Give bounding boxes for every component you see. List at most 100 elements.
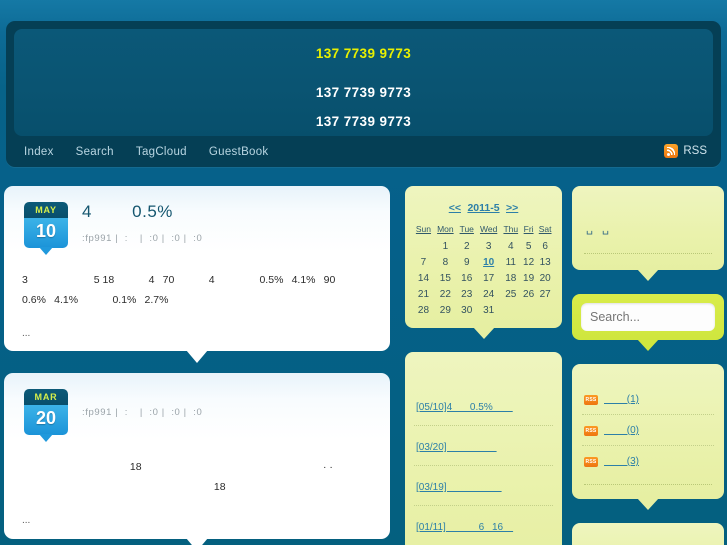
recent-post-link[interactable]: [01/11] 6 16 xyxy=(416,522,513,533)
header-rss-link[interactable]: RSS xyxy=(664,144,707,158)
extra-widget xyxy=(572,523,724,545)
calendar-day[interactable]: 19 xyxy=(521,270,536,286)
calendar-weekday: Wed xyxy=(479,224,498,234)
calendar-widget: << 2011-5 >> Sun Mon Tue Wed Thu Fri Sat… xyxy=(405,186,562,339)
post-readmore[interactable]: ... xyxy=(22,328,378,339)
post-date-month: MAR xyxy=(24,389,68,405)
rss-icon: RSS xyxy=(584,456,598,467)
post-date-badge: MAY 10 xyxy=(24,202,68,255)
calendar-weekday: Tue xyxy=(459,224,474,234)
calendar-next-month[interactable]: >> xyxy=(506,202,518,214)
calendar-day[interactable]: 26 xyxy=(521,286,536,302)
header-rss-label: RSS xyxy=(683,145,707,157)
calendar-day-empty xyxy=(501,302,521,318)
post-title[interactable]: 4 0.5% xyxy=(82,202,202,222)
calendar-day[interactable]: 5 xyxy=(521,238,536,254)
divider xyxy=(584,484,712,485)
calendar-body: 1 2 3 4 5 6 7 8 9 10 11 12 13 14 15 16 17 18 19 20 21 22 23 24 2… xyxy=(413,238,554,318)
recent-post-row: [03/19] xyxy=(414,465,553,505)
post-item: MAY 10 4 0.5% :fp991 | : | :0 | :0 | :0 … xyxy=(4,186,390,363)
calendar-week-row: 7 8 9 10 11 12 13 xyxy=(413,254,554,270)
calendar-weekday: Thu xyxy=(503,224,519,234)
calendar-day[interactable]: 13 xyxy=(536,254,554,270)
rss-icon: RSS xyxy=(584,394,598,405)
nav-item-search[interactable]: Search xyxy=(72,144,118,160)
sidebar-middle: << 2011-5 >> Sun Mon Tue Wed Thu Fri Sat… xyxy=(405,186,562,545)
calendar-day[interactable]: 18 xyxy=(501,270,521,286)
calendar-day[interactable]: 20 xyxy=(536,270,554,286)
post-item: MAR 20 :fp991 | : | :0 | :0 | :0 18 · · … xyxy=(4,373,390,545)
calendar-day[interactable]: 7 xyxy=(413,254,434,270)
calendar-weekday: Fri xyxy=(523,224,534,234)
calendar-day[interactable]: 2 xyxy=(457,238,477,254)
calendar-day[interactable]: 31 xyxy=(477,302,501,318)
nav-item-tagcloud[interactable]: TagCloud xyxy=(132,144,191,160)
recent-post-row: [05/10]4 0.5% xyxy=(414,386,553,425)
feed-link[interactable]: (0) xyxy=(604,425,639,436)
rss-icon: RSS xyxy=(584,425,598,436)
calendar-day[interactable]: 3 xyxy=(477,238,501,254)
calendar-day[interactable]: 30 xyxy=(457,302,477,318)
calendar-title[interactable]: 2011-5 xyxy=(467,202,499,214)
recent-post-link[interactable]: [03/19] xyxy=(416,482,502,493)
calendar-week-row: 123456 xyxy=(413,238,554,254)
post-header-text: :fp991 | : | :0 | :0 | :0 xyxy=(82,387,202,418)
calendar-day[interactable]: 4 xyxy=(501,238,521,254)
calendar-day[interactable]: 14 xyxy=(413,270,434,286)
post-date-day: 10 xyxy=(24,218,68,248)
recent-post-row: [01/11] 6 16 xyxy=(414,505,553,545)
recent-post-link[interactable]: [03/20] xyxy=(416,442,497,453)
site-header: 137 7739 9773 137 7739 9773 137 7739 977… xyxy=(6,21,721,167)
feed-link[interactable]: (1) xyxy=(604,394,639,405)
main-navigation: Index Search TagCloud GuestBook RSS xyxy=(6,136,721,167)
calendar-day[interactable]: 16 xyxy=(457,270,477,286)
calendar-day[interactable]: 10 xyxy=(477,254,501,270)
calendar-day[interactable]: 25 xyxy=(501,286,521,302)
post-meta: :fp991 | : | :0 | :0 | :0 xyxy=(82,407,203,418)
feed-link[interactable]: (3) xyxy=(604,456,639,467)
calendar-day[interactable]: 22 xyxy=(434,286,457,302)
calendar-day[interactable]: 24 xyxy=(477,286,501,302)
calendar-day[interactable]: 15 xyxy=(434,270,457,286)
post-header: MAY 10 4 0.5% :fp991 | : | :0 | :0 | :0 xyxy=(16,200,378,255)
calendar-day[interactable]: 23 xyxy=(457,286,477,302)
calendar-day[interactable]: 6 xyxy=(536,238,554,254)
calendar-day[interactable]: 11 xyxy=(501,254,521,270)
calendar-week-row: 21 22 23 24 25 26 27 xyxy=(413,286,554,302)
post-list: MAY 10 4 0.5% :fp991 | : | :0 | :0 | :0 … xyxy=(4,186,390,545)
calendar-day[interactable]: 21 xyxy=(413,286,434,302)
post-header-text: 4 0.5% :fp991 | : | :0 | :0 | :0 xyxy=(82,200,202,244)
calendar-day-empty xyxy=(536,302,554,318)
calendar-day[interactable]: 17 xyxy=(477,270,501,286)
post-body-line: 3 5 18 4 70 4 0.5% 4.1% 90 xyxy=(22,274,336,286)
calendar-day[interactable]: 27 xyxy=(536,286,554,302)
recent-posts-widget: [05/10]4 0.5% [03/20] [03/19] [01/11] 6 … xyxy=(405,352,562,545)
nav-item-guestbook[interactable]: GuestBook xyxy=(205,144,273,160)
post-meta: :fp991 | : | :0 | :0 | :0 xyxy=(82,233,203,244)
header-phone-secondary: 137 7739 9773 xyxy=(315,85,412,100)
header-phone-primary: 137 7739 9773 xyxy=(315,46,412,61)
nav-item-index[interactable]: Index xyxy=(20,144,58,160)
calendar-day[interactable]: 1 xyxy=(434,238,457,254)
post-readmore[interactable]: ... xyxy=(22,515,378,526)
calendar-table: Sun Mon Tue Wed Thu Fri Sat 1 2 3 4 5 6 7 8 9 10 1… xyxy=(413,222,554,318)
recent-post-link[interactable]: [05/10]4 0.5% xyxy=(416,402,513,413)
calendar-weekday-row: Sun Mon Tue Wed Thu Fri Sat xyxy=(413,222,554,238)
calendar-day[interactable]: 9 xyxy=(457,254,477,270)
calendar-day[interactable]: 29 xyxy=(434,302,457,318)
calendar-week-row: 28 29 30 31 xyxy=(413,302,554,318)
post-date-day: 20 xyxy=(24,405,68,435)
search-input[interactable] xyxy=(581,303,715,331)
calendar-day[interactable]: 28 xyxy=(413,302,434,318)
sidebar-right: ␣ ␣ RSS (1) RSS (0) RSS (3) xyxy=(572,186,724,545)
post-date-badge: MAR 20 xyxy=(24,389,68,442)
calendar-weekday: Sun xyxy=(415,224,432,234)
post-body: 18 · · 18 xyxy=(22,457,378,497)
calendar-weekday: Sat xyxy=(538,224,552,234)
calendar-day[interactable]: 12 xyxy=(521,254,536,270)
calendar-day-today[interactable]: 10 xyxy=(483,257,494,268)
calendar-day-empty xyxy=(413,238,434,254)
post-date-month: MAY xyxy=(24,202,68,218)
calendar-day[interactable]: 8 xyxy=(434,254,457,270)
calendar-prev-month[interactable]: << xyxy=(449,202,461,214)
